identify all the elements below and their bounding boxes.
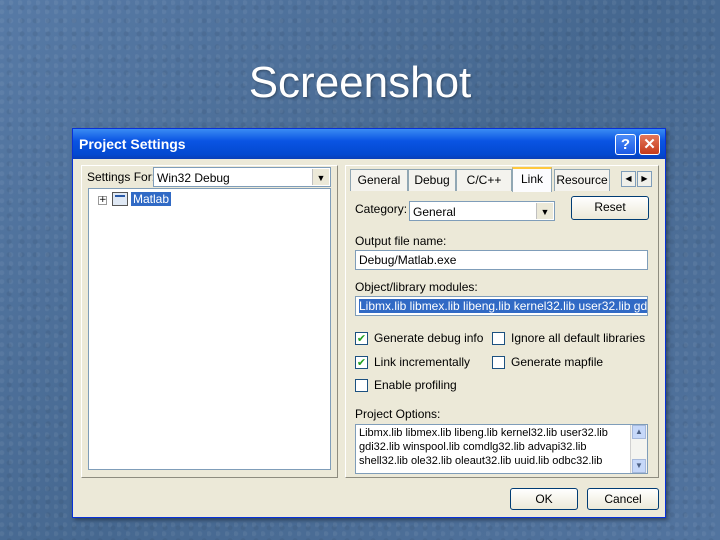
tab-resource[interactable]: Resource [554, 169, 610, 191]
enable-profiling-label: Enable profiling [374, 378, 457, 392]
enable-profiling-checkbox[interactable] [355, 379, 368, 392]
category-value: General [413, 205, 456, 219]
settings-tabs: General Debug C/C++ Link Resource ◀ ▶ [350, 167, 654, 192]
project-settings-dialog: Project Settings ? ✕ Settings For: Win32… [72, 128, 666, 518]
project-options-label: Project Options: [355, 407, 441, 421]
generate-mapfile-checkbox[interactable] [492, 356, 505, 369]
modules-label: Object/library modules: [355, 280, 478, 294]
help-button[interactable]: ? [615, 134, 636, 155]
category-dropdown[interactable]: General ▼ [409, 201, 555, 221]
scroll-up-icon[interactable]: ▲ [632, 425, 646, 439]
project-tree[interactable]: + Matlab [88, 188, 331, 470]
tab-debug[interactable]: Debug [408, 169, 456, 191]
close-button[interactable]: ✕ [639, 134, 660, 155]
slide-title: Screenshot [248, 58, 472, 107]
ignore-default-libraries-checkbox[interactable] [492, 332, 505, 345]
tab-link[interactable]: Link [512, 167, 552, 192]
link-incrementally-label: Link incrementally [374, 355, 471, 369]
cancel-button[interactable]: Cancel [587, 488, 659, 510]
link-incrementally-checkbox[interactable]: ✔ [355, 356, 368, 369]
project-options-textarea[interactable]: Libmx.lib libmex.lib libeng.lib kernel32… [355, 424, 648, 474]
reset-button[interactable]: Reset [571, 196, 649, 220]
project-options-line: Libmx.lib libmex.lib libeng.lib kernel32… [359, 427, 608, 439]
modules-value: Libmx.lib libmex.lib libeng.lib kernel32… [359, 299, 647, 313]
project-options-scrollbar[interactable]: ▲ ▼ [630, 425, 647, 473]
tree-item-matlab[interactable]: Matlab [131, 192, 172, 206]
tab-scroll-left-icon[interactable]: ◀ [621, 171, 636, 187]
scroll-down-icon[interactable]: ▼ [632, 459, 646, 473]
output-file-input[interactable]: Debug/Matlab.exe [355, 250, 648, 270]
dialog-title: Project Settings [79, 136, 186, 152]
settings-panel: General Debug C/C++ Link Resource ◀ ▶ Ca… [345, 165, 659, 478]
project-options-line: gdi32.lib winspool.lib comdlg32.lib adva… [359, 441, 587, 453]
category-label: Category: [355, 202, 408, 216]
chevron-down-icon[interactable]: ▼ [312, 169, 329, 185]
settings-for-value: Win32 Debug [157, 171, 230, 185]
settings-for-panel: Settings For: Win32 Debug ▼ + Matlab [81, 165, 338, 478]
project-icon [112, 192, 128, 206]
project-options-line: shell32.lib ole32.lib oleaut32.lib uuid.… [359, 455, 603, 467]
settings-for-label: Settings For: [87, 170, 156, 184]
generate-mapfile-label: Generate mapfile [511, 355, 604, 369]
ignore-default-libraries-label: Ignore all default libraries [511, 331, 646, 345]
generate-debug-info-checkbox[interactable]: ✔ [355, 332, 368, 345]
ok-button[interactable]: OK [510, 488, 578, 510]
tree-expand-icon[interactable]: + [98, 196, 107, 205]
dialog-titlebar[interactable]: Project Settings ? ✕ [73, 129, 665, 159]
settings-for-dropdown[interactable]: Win32 Debug ▼ [153, 167, 331, 187]
modules-input[interactable]: Libmx.lib libmex.lib libeng.lib kernel32… [355, 296, 648, 316]
generate-debug-info-label: Generate debug info [374, 331, 484, 345]
output-file-label: Output file name: [355, 234, 447, 248]
tab-scroll-right-icon[interactable]: ▶ [637, 171, 652, 187]
chevron-down-icon[interactable]: ▼ [536, 203, 553, 219]
tab-general[interactable]: General [350, 169, 408, 191]
tab-c-cpp[interactable]: C/C++ [456, 169, 512, 191]
